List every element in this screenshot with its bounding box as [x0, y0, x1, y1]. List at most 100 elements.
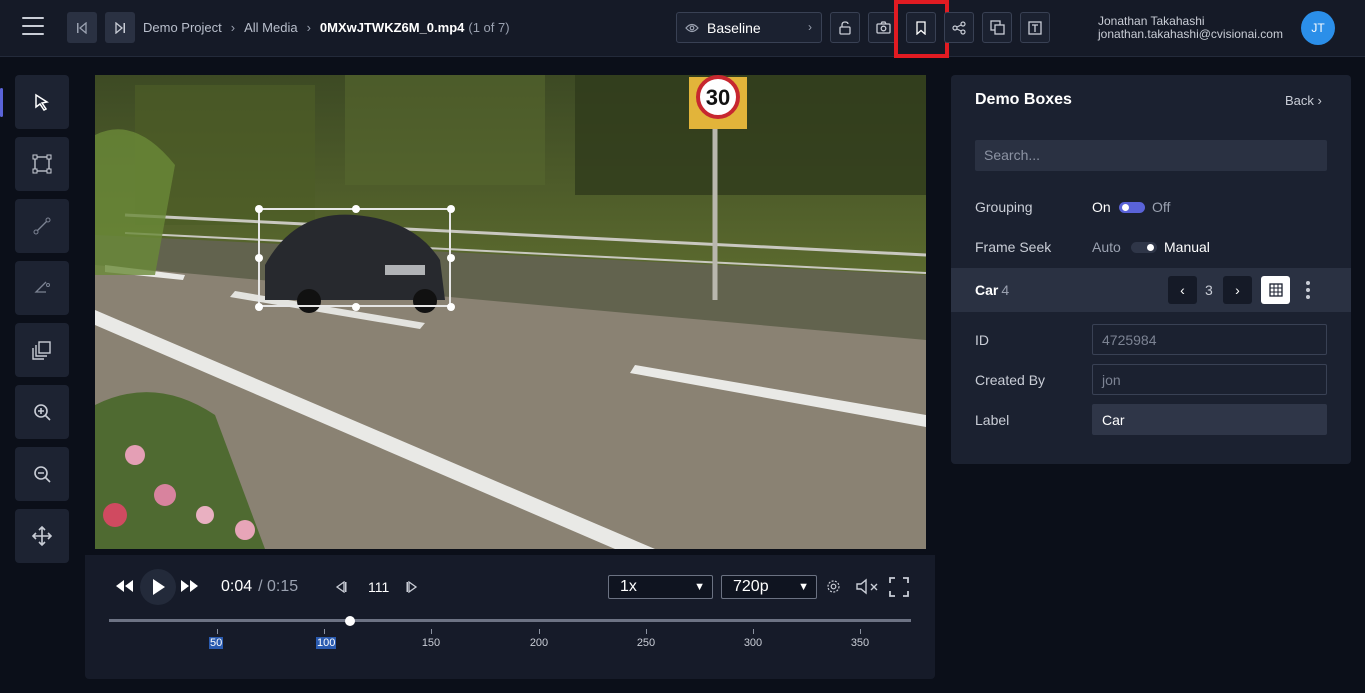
highlight-frame [894, 0, 949, 58]
next-media-button[interactable] [105, 12, 135, 43]
next-frame-button[interactable] [405, 580, 419, 598]
resize-handle[interactable] [255, 303, 263, 311]
timeline-tick-label: 200 [529, 637, 549, 649]
skip-forward-icon [115, 21, 125, 34]
fullscreen-button[interactable] [889, 577, 909, 602]
pointer-icon [35, 93, 49, 111]
gear-icon [827, 580, 840, 593]
grouping-on-label[interactable]: On [1092, 199, 1111, 215]
frame-view-button[interactable] [1261, 276, 1290, 304]
entity-title: Car 4 [975, 282, 1009, 298]
timeline-tick-label: 50 [209, 637, 224, 649]
menu-icon[interactable] [22, 17, 44, 37]
settings-button[interactable] [826, 579, 841, 599]
zoom-out-button[interactable] [15, 447, 69, 501]
current-time: 0:04 [221, 578, 253, 595]
line-tool-button[interactable] [15, 199, 69, 253]
timeline-tick [860, 629, 861, 634]
car-bounding-box[interactable] [255, 205, 455, 311]
eye-icon [685, 23, 699, 32]
id-label: ID [975, 332, 989, 348]
previous-media-button[interactable] [67, 12, 97, 43]
frame-number: 111 [368, 579, 390, 595]
resize-handle[interactable] [447, 205, 455, 213]
chevron-right-icon: › [1235, 282, 1240, 298]
active-tool-indicator [0, 88, 3, 117]
step-forward-icon [406, 580, 418, 594]
timeline-tick [431, 629, 432, 634]
svg-text:30: 30 [706, 85, 730, 110]
box-tool-button[interactable] [15, 137, 69, 191]
label-field[interactable]: Car [1092, 404, 1327, 435]
resize-handle[interactable] [255, 205, 263, 213]
volume-muted-icon [856, 578, 878, 595]
share-icon [952, 20, 966, 35]
resize-handle[interactable] [447, 303, 455, 311]
mute-button[interactable] [855, 578, 880, 600]
zoom-in-button[interactable] [15, 385, 69, 439]
copy-icon [989, 20, 1005, 35]
previous-frame-button[interactable] [334, 580, 348, 598]
timeline-track[interactable] [109, 619, 911, 622]
user-info: Jonathan Takahashi jonathan.takahashi@cv… [1098, 15, 1283, 41]
quality-value: 720p [733, 578, 769, 595]
chevron-right-icon: › [808, 20, 812, 34]
breadcrumb-project[interactable]: Demo Project [143, 20, 222, 35]
media-position: (1 of 7) [468, 20, 510, 35]
breadcrumb: Demo Project › All Media › 0MXwJTWKZ6M_0.mp4… [143, 20, 510, 35]
frame-seek-label: Frame Seek [975, 239, 1052, 255]
layers-button[interactable] [982, 12, 1012, 43]
frame-seek-toggle[interactable] [1131, 242, 1157, 253]
resize-handle[interactable] [352, 303, 360, 311]
resize-handle[interactable] [255, 254, 263, 262]
entity-count: 4 [1001, 282, 1010, 298]
text-icon [1028, 20, 1042, 35]
bounding-box-icon [32, 154, 52, 174]
toggle-knob [1122, 204, 1129, 211]
resize-handle[interactable] [447, 254, 455, 262]
avatar[interactable]: JT [1301, 11, 1335, 45]
version-selector[interactable]: Baseline › [676, 12, 822, 43]
playback-speed-select[interactable]: 1x ▼ [608, 575, 713, 599]
more-options-icon[interactable] [1306, 281, 1312, 301]
chevron-right-icon: › [306, 20, 311, 35]
previous-entity-button[interactable]: ‹ [1168, 276, 1197, 304]
text-button[interactable] [1020, 12, 1050, 43]
share-button[interactable] [944, 12, 974, 43]
fast-forward-button[interactable] [180, 579, 200, 598]
grouping-toggle[interactable] [1119, 202, 1145, 213]
next-entity-button[interactable]: › [1223, 276, 1252, 304]
timeline-thumb[interactable] [344, 616, 355, 626]
grouping-label: Grouping [975, 199, 1033, 215]
rewind-button[interactable] [114, 579, 134, 598]
timeline-tick [539, 629, 540, 634]
zoom-in-icon [34, 404, 51, 421]
breadcrumb-media[interactable]: All Media [244, 20, 297, 35]
timeline-tick-label: 350 [850, 637, 870, 649]
quality-select[interactable]: 720p ▼ [721, 575, 817, 599]
select-tool-button[interactable] [15, 75, 69, 129]
grouping-off-label[interactable]: Off [1152, 199, 1170, 215]
back-button[interactable]: Back › [1285, 93, 1322, 108]
search-input[interactable]: Search... [975, 140, 1327, 171]
copy-tool-button[interactable] [15, 323, 69, 377]
entity-type: Car [975, 282, 999, 298]
timeline-tick [753, 629, 754, 634]
grid-icon [1268, 283, 1283, 297]
frame-seek-auto-label[interactable]: Auto [1092, 239, 1121, 255]
playback-speed-value: 1x [620, 578, 637, 595]
timeline-tick [217, 629, 218, 634]
label-label: Label [975, 412, 1010, 428]
frame-seek-manual-label[interactable]: Manual [1164, 239, 1210, 255]
play-button[interactable] [140, 569, 176, 605]
timeline-tick-label: 300 [743, 637, 763, 649]
video-frame[interactable]: 30 [95, 75, 926, 549]
play-icon [153, 579, 165, 595]
lock-button[interactable] [830, 12, 860, 43]
entity-index: 3 [1205, 282, 1213, 298]
resize-handle[interactable] [352, 205, 360, 213]
entity-header [951, 268, 1351, 312]
chevron-down-icon: ▼ [798, 581, 809, 593]
pan-tool-button[interactable] [15, 509, 69, 563]
point-tool-button[interactable] [15, 261, 69, 315]
